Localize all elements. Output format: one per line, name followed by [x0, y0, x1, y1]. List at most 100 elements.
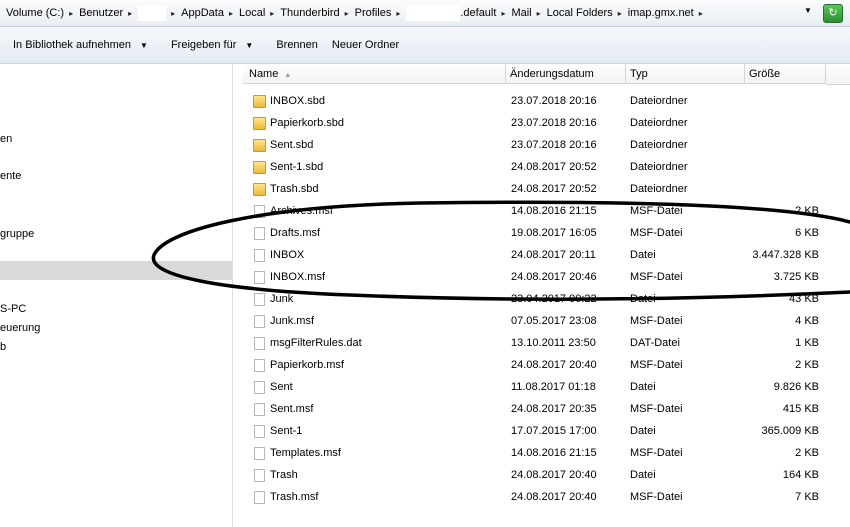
file-modified-date: 24.08.2017 20:40: [511, 469, 597, 481]
nav-item-label: S-PC: [0, 303, 27, 315]
nav-item-selected[interactable]: [0, 261, 232, 280]
breadcrumb-imap-gmx-net[interactable]: imap.gmx.net ▸: [628, 7, 709, 19]
file-row[interactable]: Papierkorb.sbd 23.07.2018 20:16 Dateiordne…: [233, 113, 850, 135]
breadcrumb-label[interactable]: imap.gmx.net: [628, 7, 694, 19]
column-header-date[interactable]: Änderungsdatum: [506, 64, 626, 84]
address-bar[interactable]: Volume (C:) ▸ Benutzer ▸ ▸ AppData ▸ Local ▸…: [0, 0, 850, 27]
column-header-size[interactable]: Größe: [745, 64, 826, 84]
breadcrumb-label[interactable]: Mail: [511, 7, 531, 19]
folder-icon: [253, 95, 266, 108]
file-row[interactable]: Sent-1.sbd 24.08.2017 20:52 Dateiordner: [233, 157, 850, 179]
navigation-pane[interactable]: en ente gruppe S-PC euerung b: [0, 64, 233, 527]
file-row[interactable]: Sent-1 17.07.2015 17:00 Datei 365.009 KB: [233, 421, 850, 443]
column-header-type-label: Typ: [630, 68, 648, 80]
breadcrumb-label[interactable]: AppData: [181, 7, 224, 19]
file-modified-date: 17.07.2015 17:00: [511, 425, 597, 437]
breadcrumb-label[interactable]: Local: [239, 7, 265, 19]
folder-icon: [253, 117, 266, 130]
chevron-right-icon[interactable]: ▸: [699, 9, 703, 18]
file-row[interactable]: Trash 24.08.2017 20:40 Datei 164 KB: [233, 465, 850, 487]
nav-item[interactable]: gruppe: [0, 226, 34, 242]
share-with-button[interactable]: Freigeben für ▼: [158, 32, 263, 58]
file-name: Trash.msf: [270, 491, 319, 503]
file-icon: [254, 381, 265, 394]
header-filler: [826, 64, 850, 85]
file-size: 2 KB: [795, 359, 819, 371]
breadcrumb-label[interactable]: Volume (C:): [6, 7, 64, 19]
file-row[interactable]: Sent.sbd 23.07.2018 20:16 Dateiordner: [233, 135, 850, 157]
file-row[interactable]: Templates.msf 14.08.2016 21:15 MSF-Datei 2 …: [233, 443, 850, 465]
file-type: MSF-Datei: [630, 491, 683, 503]
file-size: 7 KB: [795, 491, 819, 503]
breadcrumb[interactable]: Volume (C:) ▸ Benutzer ▸ ▸ AppData ▸ Local ▸…: [0, 0, 709, 26]
file-row[interactable]: INBOX.sbd 23.07.2018 20:16 Dateiordner: [233, 91, 850, 113]
breadcrumb-label[interactable]: Benutzer: [79, 7, 123, 19]
chevron-right-icon[interactable]: ▸: [618, 9, 622, 18]
chevron-right-icon[interactable]: ▸: [171, 9, 175, 18]
column-header-type[interactable]: Typ: [626, 64, 745, 84]
file-row[interactable]: Junk 23.04.2017 00:22 Datei 43 KB: [233, 289, 850, 311]
breadcrumb-profile-default[interactable]: .default ▸: [406, 5, 511, 21]
file-row[interactable]: INBOX 24.08.2017 20:11 Datei 3.447.328 KB: [233, 245, 850, 267]
breadcrumb-benutzer[interactable]: Benutzer ▸: [79, 7, 138, 19]
chevron-right-icon[interactable]: ▸: [396, 9, 400, 18]
file-type: MSF-Datei: [630, 271, 683, 283]
file-name: Archives.msf: [270, 205, 333, 217]
breadcrumb-label[interactable]: Profiles: [355, 7, 392, 19]
file-row[interactable]: Drafts.msf 19.08.2017 16:05 MSF-Datei 6 KB: [233, 223, 850, 245]
breadcrumb-appdata[interactable]: AppData ▸: [181, 7, 239, 19]
file-row[interactable]: INBOX.msf 24.08.2017 20:46 MSF-Datei 3.725 …: [233, 267, 850, 289]
breadcrumb-local-folders[interactable]: Local Folders ▸: [547, 7, 628, 19]
nav-item[interactable]: b: [0, 339, 6, 355]
file-icon: [254, 205, 265, 218]
burn-button[interactable]: Brennen: [263, 32, 328, 58]
breadcrumb-thunderbird[interactable]: Thunderbird ▸: [280, 7, 354, 19]
file-name: Sent: [270, 381, 293, 393]
breadcrumb-mail[interactable]: Mail ▸: [511, 7, 546, 19]
breadcrumb-volume-c[interactable]: Volume (C:) ▸: [6, 7, 79, 19]
chevron-right-icon[interactable]: ▸: [537, 9, 541, 18]
file-icon: [254, 293, 265, 306]
chevron-right-icon[interactable]: ▸: [501, 9, 505, 18]
chevron-right-icon[interactable]: ▸: [345, 9, 349, 18]
file-type: Dateiordner: [630, 161, 688, 173]
column-header-name[interactable]: Name ▲: [243, 64, 506, 84]
nav-item[interactable]: ente: [0, 168, 21, 184]
breadcrumb-profiles[interactable]: Profiles ▸: [355, 7, 407, 19]
include-in-library-button[interactable]: In Bibliothek aufnehmen ▼: [0, 32, 158, 58]
file-row[interactable]: Trash.sbd 24.08.2017 20:52 Dateiordner: [233, 179, 850, 201]
file-row[interactable]: Archives.msf 14.08.2016 21:15 MSF-Datei 2 K…: [233, 201, 850, 223]
chevron-right-icon[interactable]: ▸: [270, 9, 274, 18]
file-size: 2 KB: [795, 447, 819, 459]
refresh-icon[interactable]: ↻: [823, 4, 843, 23]
file-list[interactable]: INBOX.sbd 23.07.2018 20:16 Dateiordner Papi…: [233, 91, 850, 509]
file-row[interactable]: msgFilterRules.dat 13.10.2011 23:50 DAT-Da…: [233, 333, 850, 355]
breadcrumb-label[interactable]: Thunderbird: [280, 7, 339, 19]
file-name: Sent-1.sbd: [270, 161, 324, 173]
file-icon: [254, 447, 265, 460]
chevron-right-icon[interactable]: ▸: [69, 9, 73, 18]
breadcrumb-label[interactable]: Local Folders: [547, 7, 613, 19]
nav-item[interactable]: en: [0, 131, 12, 147]
file-row[interactable]: Sent.msf 24.08.2017 20:35 MSF-Datei 415 KB: [233, 399, 850, 421]
chevron-right-icon[interactable]: ▸: [128, 9, 132, 18]
file-row[interactable]: Sent 11.08.2017 01:18 Datei 9.826 KB: [233, 377, 850, 399]
new-folder-button[interactable]: Neuer Ordner: [328, 32, 409, 58]
file-name: msgFilterRules.dat: [270, 337, 362, 349]
nav-item[interactable]: S-PC: [0, 301, 26, 317]
address-dropdown-icon[interactable]: ▼: [804, 6, 812, 15]
file-modified-date: 14.08.2016 21:15: [511, 205, 597, 217]
nav-item[interactable]: euerung: [0, 320, 40, 336]
file-row[interactable]: Trash.msf 24.08.2017 20:40 MSF-Datei 7 KB: [233, 487, 850, 509]
file-row[interactable]: Papierkorb.msf 24.08.2017 20:40 MSF-Datei 2…: [233, 355, 850, 377]
file-modified-date: 13.10.2011 23:50: [511, 337, 596, 349]
nav-item-label: en: [0, 133, 13, 145]
breadcrumb-local[interactable]: Local ▸: [239, 7, 280, 19]
file-type: Datei: [630, 425, 656, 437]
breadcrumb-redacted-user[interactable]: ▸: [138, 5, 181, 21]
file-modified-date: 23.07.2018 20:16: [511, 117, 597, 129]
breadcrumb-label[interactable]: .default: [460, 7, 496, 19]
chevron-right-icon[interactable]: ▸: [229, 9, 233, 18]
file-row[interactable]: Junk.msf 07.05.2017 23:08 MSF-Datei 4 KB: [233, 311, 850, 333]
file-modified-date: 24.08.2017 20:52: [511, 183, 597, 195]
